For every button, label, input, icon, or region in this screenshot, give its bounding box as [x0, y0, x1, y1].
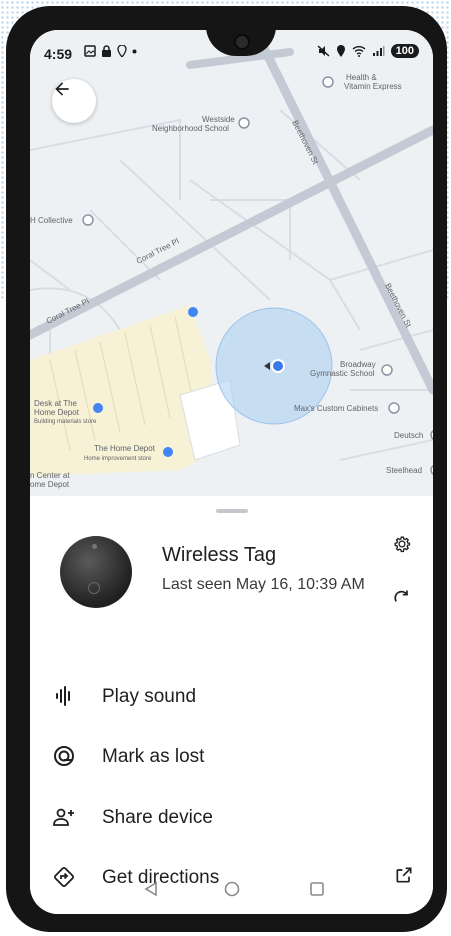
poi-restroom-icon — [188, 307, 198, 317]
refresh-icon — [394, 590, 408, 602]
poi-school-icon — [238, 117, 250, 129]
gear-icon — [394, 536, 411, 553]
map-label: Desk at The — [34, 399, 78, 408]
poi-collective-icon — [82, 214, 94, 226]
sheet-drag-handle[interactable] — [216, 509, 248, 513]
gallery-icon — [84, 45, 96, 57]
nav-recents-button[interactable] — [308, 880, 326, 903]
status-time: 4:59 — [44, 46, 73, 62]
location-status-icon — [336, 45, 345, 57]
map-label: Broadway — [340, 360, 376, 369]
nav-home-button[interactable] — [223, 880, 241, 903]
triangle-back-icon — [144, 881, 157, 897]
phone-frame: Health & Vitamin Express Westside Neighb… — [6, 6, 447, 932]
lost-target-icon — [54, 746, 74, 766]
arrow-back-icon — [55, 82, 69, 96]
map-label: H Collective — [30, 216, 73, 225]
map-label: Home improvement store — [84, 456, 152, 462]
action-label: Play sound — [102, 686, 197, 707]
notification-dot-icon — [132, 49, 137, 53]
map-label: Max's Custom Cabinets — [294, 404, 378, 413]
map-label: Westside — [202, 115, 235, 124]
sound-wave-icon — [56, 686, 70, 706]
action-label: Mark as lost — [102, 746, 205, 767]
map-label: The Home Depot — [94, 444, 156, 453]
poi-cabinets-icon — [388, 402, 400, 414]
map-label: Deutsch — [394, 431, 423, 440]
wifi-icon — [352, 46, 366, 57]
device-name: Wireless Tag — [162, 544, 277, 566]
location-icon — [117, 45, 127, 57]
refresh-button[interactable] — [392, 588, 412, 613]
mute-icon — [317, 45, 330, 57]
poi-health-icon — [322, 76, 334, 88]
map-label: Steelhead — [386, 466, 422, 475]
map-label: Health & — [346, 73, 377, 82]
device-location-pin — [271, 359, 285, 373]
circle-home-icon — [224, 881, 240, 897]
person-add-icon — [53, 808, 74, 826]
map-label: Neighborhood School — [152, 124, 229, 133]
screen: Health & Vitamin Express Westside Neighb… — [30, 30, 433, 914]
front-camera — [234, 34, 250, 50]
action-label: Share device — [102, 807, 213, 828]
poi-pro-desk-icon — [93, 403, 103, 413]
play-sound-action[interactable]: Play sound — [30, 674, 433, 718]
square-recents-icon — [310, 882, 324, 896]
map-label: ome Depot — [30, 480, 70, 489]
nav-back-button[interactable] — [142, 880, 160, 903]
mark-as-lost-action[interactable]: Mark as lost — [30, 734, 433, 778]
poi-deutsch-icon — [430, 430, 433, 440]
poi-home-depot-icon — [163, 447, 173, 457]
poi-steelhead-icon — [430, 465, 433, 475]
device-last-seen: Last seen May 16, 10:39 AM — [162, 576, 365, 593]
poi-gym-icon — [381, 364, 393, 376]
map-view[interactable]: Health & Vitamin Express Westside Neighb… — [30, 30, 433, 496]
map-label: Home Depot — [34, 408, 80, 417]
map-label: Building materials store — [34, 419, 97, 425]
back-button[interactable] — [52, 79, 96, 123]
system-navigation-bar — [30, 876, 433, 910]
device-details-sheet: Wireless Tag Last seen May 16, 10:39 AM … — [30, 496, 433, 914]
device-image — [60, 536, 132, 608]
lock-icon — [102, 45, 111, 57]
map-label: Gymnastic School — [310, 369, 375, 378]
signal-icon — [372, 46, 385, 56]
share-device-action[interactable]: Share device — [30, 795, 433, 839]
map-label: n Center at — [30, 471, 70, 480]
settings-button[interactable] — [392, 534, 412, 559]
battery-level: 100 — [390, 44, 419, 58]
map-label: Vitamin Express — [344, 82, 402, 91]
